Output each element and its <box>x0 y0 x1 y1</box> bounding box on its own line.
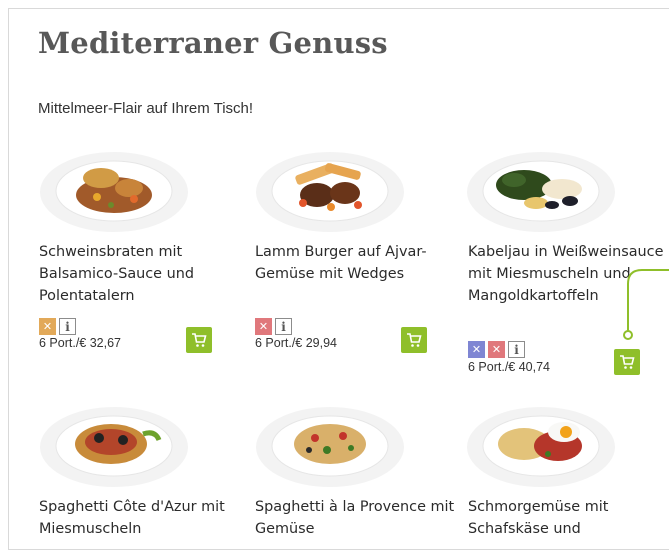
add-to-cart-button[interactable] <box>401 327 427 353</box>
product-price: 6 Port./€ 40,74 <box>468 360 551 374</box>
product-image-lamm-burger[interactable] <box>255 147 405 235</box>
info-icon[interactable]: i <box>59 318 76 335</box>
wheat-icon: ✕ <box>39 318 56 335</box>
product-image-spaghetti-cote-dazur[interactable] <box>39 402 189 490</box>
add-to-cart-button[interactable] <box>614 349 640 375</box>
tooltip-connector <box>623 269 669 340</box>
allergen-icons: ✕ i <box>255 318 292 335</box>
cart-icon <box>407 333 422 347</box>
page-title: Mediterraner Genuss <box>38 26 388 60</box>
product-name[interactable]: Schweinsbraten mit Balsamico-Sauce und P… <box>39 241 239 307</box>
add-to-cart-button[interactable] <box>186 327 212 353</box>
product-image-kabeljau[interactable] <box>466 147 616 235</box>
allergen-icons: ✕ ✕ i <box>468 341 525 358</box>
product-name[interactable]: Lamm Burger auf Ajvar-Gemüse mit Wedges <box>255 241 455 285</box>
product-name[interactable]: Spaghetti à la Provence mit Gemüse <box>255 496 455 540</box>
product-name[interactable]: Spaghetti Côte d'Azur mit Miesmuscheln <box>39 496 239 540</box>
product-price: 6 Port./€ 32,67 <box>39 336 122 350</box>
info-icon[interactable]: i <box>275 318 292 335</box>
fish-icon: ✕ <box>468 341 485 358</box>
product-image-schmorgemuese[interactable] <box>466 402 616 490</box>
cart-icon <box>620 355 635 369</box>
milk-icon: ✕ <box>255 318 272 335</box>
page-subtitle: Mittelmeer-Flair auf Ihrem Tisch! <box>38 100 254 117</box>
product-price: 6 Port./€ 29,94 <box>255 336 338 350</box>
cart-icon <box>192 333 207 347</box>
info-icon[interactable]: i <box>508 341 525 358</box>
product-image-schweinsbraten[interactable] <box>39 147 189 235</box>
allergen-icons: ✕ i <box>39 318 76 335</box>
product-image-spaghetti-provence[interactable] <box>255 402 405 490</box>
product-name[interactable]: Schmorgemüse mit Schafskäse und <box>468 496 668 540</box>
milk-icon: ✕ <box>488 341 505 358</box>
